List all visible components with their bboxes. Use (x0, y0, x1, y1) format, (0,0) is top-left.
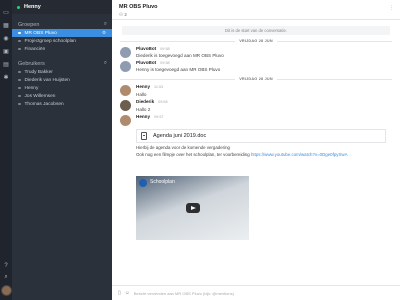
attachment-name[interactable]: Agenda juni 2019.doc (153, 133, 206, 139)
message-author[interactable]: PluvoBot (136, 60, 156, 65)
avatar[interactable] (120, 115, 131, 126)
avatar[interactable] (120, 47, 131, 58)
sidebar-item-user[interactable]: Thomas Jacobsen (12, 100, 112, 108)
settings-icon[interactable]: ⚙ (102, 30, 106, 36)
group-dot-icon (18, 39, 21, 43)
sidebar-item-user[interactable]: Diederik van Huijsten (12, 76, 112, 84)
sidebar-item-group[interactable]: Financiën (12, 45, 112, 53)
video-title: Schoolplan (150, 179, 175, 185)
message-author[interactable]: PluvoBot (136, 46, 156, 51)
message-author[interactable]: Henny (136, 84, 150, 89)
help-icon[interactable]: ? (3, 263, 9, 269)
day-separator: VRIJDAG 28 JUN (120, 76, 392, 83)
presence-dot-icon (18, 86, 21, 90)
youtube-link[interactable]: https://www.youtube.com/watch?v=0Dge0fpy… (251, 152, 348, 157)
file-attachment[interactable]: Agenda juni 2019.doc (136, 129, 386, 143)
attachment-description: Hierbij de agenda voor de komende vergad… (136, 145, 230, 150)
sidebar-item-user[interactable]: Trudy Bakker (12, 68, 112, 76)
chat-header: MR OBS Pluvo ⚇ 2 ⋮ (112, 0, 400, 20)
message-time: 09:57 (154, 115, 164, 119)
avatar[interactable] (0, 285, 12, 296)
folder-icon[interactable]: ▤ (3, 62, 9, 68)
page-title: MR OBS Pluvo (119, 4, 158, 10)
day-separator: VRIJDAG 28 JUN (120, 38, 392, 45)
message-author[interactable]: Diederik (136, 99, 154, 104)
user-header[interactable]: Henny (12, 0, 112, 14)
message-author[interactable]: Henny (136, 114, 150, 119)
message-text: Hallo 2 (136, 107, 151, 112)
app-rail: ▭ ▦ ◉ ▣ ▤ ✱ ? ⌕ (0, 0, 12, 300)
user-label: Henny (24, 85, 39, 91)
current-user-name: Henny (24, 4, 41, 10)
search-groups-icon[interactable]: ⌕ (104, 21, 107, 28)
message-time: 09:58 (160, 61, 170, 65)
members-icon: ⚇ (119, 12, 124, 17)
users-title: Gebruikers (18, 60, 45, 67)
video-embed[interactable]: Schoolplan (136, 176, 249, 240)
message-text: Henny is toegevoegd aan MR OBS Pluvo (136, 67, 221, 72)
user-label: Jos Willemsen (24, 93, 56, 99)
message-text: Ook nog een filmpje over het schoolplan,… (136, 152, 348, 157)
message: PluvoBot 09:58 Henny is toegevoegd aan MR… (112, 59, 400, 73)
message: Diederik 09:58 Hallo 2 (112, 98, 400, 113)
play-icon[interactable] (185, 203, 200, 213)
message-time: 11:53 (154, 85, 164, 89)
message-time: 09:58 (158, 100, 168, 104)
document-icon (141, 132, 147, 140)
sidebar: Henny Groepen ⌕ MR OBS Pluvo ⚙ Projectgr… (12, 0, 112, 300)
bell-icon[interactable]: ▣ (3, 49, 9, 55)
channel-logo-icon (139, 179, 147, 187)
message: PluvoBot 09:58 Diederik is toegevoegd aan… (112, 45, 400, 59)
group-label: Projectgroep schoolplan (24, 38, 76, 44)
message-composer[interactable]: ▯ ☺ Bericht verzenden aan MR OBS Pluvo (… (112, 285, 400, 300)
message-input[interactable]: Bericht verzenden aan MR OBS Pluvo (bijv… (134, 291, 234, 296)
group-label: MR OBS Pluvo (24, 30, 57, 36)
online-status-icon (17, 5, 20, 9)
group-label: Financiën (24, 46, 46, 52)
presence-dot-icon (18, 94, 21, 98)
message-text: Diederik is toegevoegd aan MR OBS Pluvo (136, 53, 224, 58)
presence-dot-icon (18, 70, 21, 74)
users-section: Gebruikers ⌕ Trudy Bakker Diederik van H… (12, 59, 112, 108)
group-dot-icon (18, 47, 21, 51)
attach-icon[interactable]: ▯ (118, 290, 121, 296)
emoji-icon[interactable]: ☺ (125, 290, 130, 296)
avatar[interactable] (120, 61, 131, 72)
sidebar-item-user[interactable]: Henny (12, 84, 112, 92)
groups-section: Groepen ⌕ MR OBS Pluvo ⚙ Projectgroep sc… (12, 20, 112, 53)
users-header: Gebruikers ⌕ (12, 59, 112, 68)
sidebar-item-group[interactable]: Projectgroep schoolplan (12, 37, 112, 45)
search-users-icon[interactable]: ⌕ (104, 60, 107, 67)
user-label: Diederik van Huijsten (24, 77, 70, 83)
settings-icon[interactable]: ✱ (3, 75, 9, 81)
users-icon[interactable]: ◉ (3, 36, 9, 42)
groups-title: Groepen (18, 21, 40, 28)
presence-dot-icon (18, 102, 21, 106)
presence-dot-icon (18, 78, 21, 82)
user-label: Thomas Jacobsen (24, 101, 64, 107)
grid-icon[interactable]: ▦ (3, 23, 9, 29)
message: Henny 11:53 Hallo (112, 83, 400, 98)
chat-icon[interactable]: ▭ (3, 10, 9, 16)
avatar[interactable] (120, 100, 131, 111)
chat-panel: MR OBS Pluvo ⚇ 2 ⋮ Dit is de start van d… (112, 0, 400, 300)
sidebar-item-group[interactable]: MR OBS Pluvo ⚙ (12, 29, 112, 37)
groups-header: Groepen ⌕ (12, 20, 112, 29)
avatar[interactable] (120, 85, 131, 96)
user-label: Trudy Bakker (24, 69, 53, 75)
more-icon[interactable]: ⋮ (389, 5, 394, 11)
message: Henny 09:57 (112, 113, 400, 127)
conversation-start-banner: Dit is de start van de conversatie. (122, 26, 390, 35)
message-text: Hallo (136, 92, 147, 97)
message-time: 09:58 (160, 47, 170, 51)
search-icon[interactable]: ⌕ (3, 274, 9, 280)
member-count[interactable]: ⚇ 2 (119, 12, 400, 18)
sidebar-item-user[interactable]: Jos Willemsen (12, 92, 112, 100)
group-dot-icon (18, 31, 21, 35)
